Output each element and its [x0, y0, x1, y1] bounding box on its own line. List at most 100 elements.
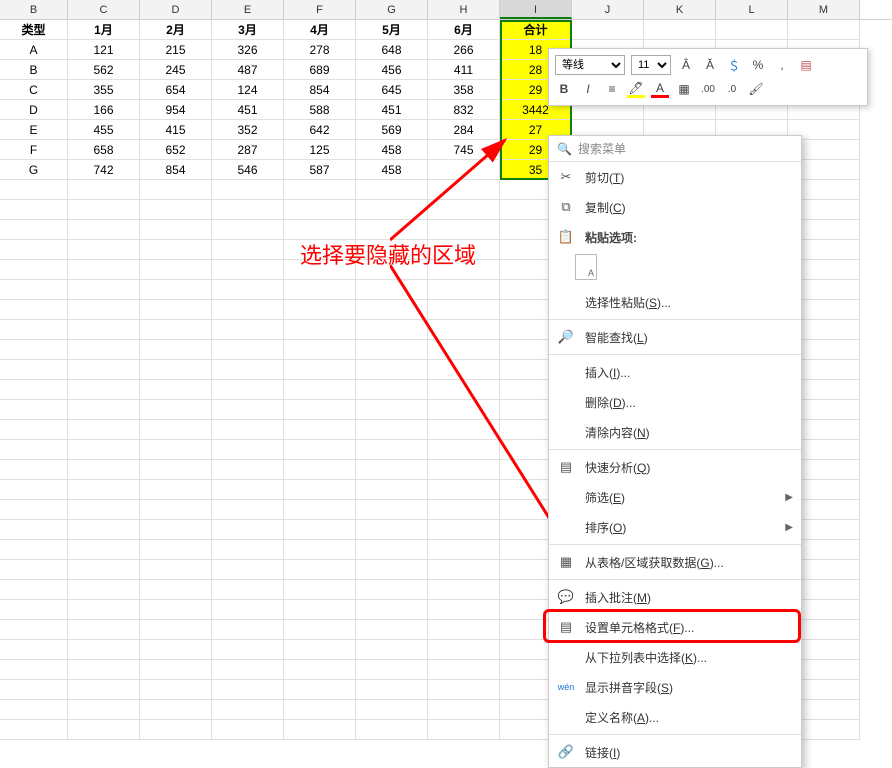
cell[interactable]	[68, 260, 140, 280]
cell[interactable]	[356, 460, 428, 480]
cell[interactable]	[0, 640, 68, 660]
cell[interactable]: D	[0, 100, 68, 120]
cell[interactable]: 287	[212, 140, 284, 160]
cell[interactable]	[572, 20, 644, 40]
menu-get-data[interactable]: ▦从表格/区域获取数据(G)...	[549, 547, 801, 577]
cell[interactable]	[428, 440, 500, 460]
decrease-decimal-button[interactable]: .0	[723, 80, 741, 98]
cell[interactable]	[428, 680, 500, 700]
cell[interactable]	[68, 480, 140, 500]
cell[interactable]	[68, 660, 140, 680]
cell[interactable]: G	[0, 160, 68, 180]
cell[interactable]	[0, 680, 68, 700]
cell[interactable]	[68, 540, 140, 560]
cell[interactable]	[212, 720, 284, 740]
cell[interactable]	[788, 20, 860, 40]
cell[interactable]	[284, 540, 356, 560]
cell[interactable]	[68, 580, 140, 600]
cell[interactable]	[428, 580, 500, 600]
cell[interactable]	[140, 720, 212, 740]
cell[interactable]	[284, 600, 356, 620]
cell[interactable]	[284, 200, 356, 220]
menu-insert[interactable]: 插入(I)...	[549, 357, 801, 387]
cell[interactable]	[212, 240, 284, 260]
cell[interactable]	[356, 200, 428, 220]
menu-link[interactable]: 🔗链接(I)	[549, 737, 801, 767]
cell[interactable]	[212, 400, 284, 420]
menu-filter[interactable]: 筛选(E)▶	[549, 482, 801, 512]
cell[interactable]	[356, 660, 428, 680]
cell[interactable]: 5月	[356, 20, 428, 40]
cell[interactable]	[212, 520, 284, 540]
cell[interactable]: 166	[68, 100, 140, 120]
cell[interactable]: 3月	[212, 20, 284, 40]
cell[interactable]	[140, 260, 212, 280]
cell[interactable]	[140, 560, 212, 580]
menu-pick-from-list[interactable]: 从下拉列表中选择(K)...	[549, 642, 801, 672]
cell[interactable]: 284	[428, 120, 500, 140]
cell[interactable]: 455	[68, 120, 140, 140]
cell[interactable]	[428, 700, 500, 720]
cell[interactable]	[140, 600, 212, 620]
cell[interactable]	[212, 380, 284, 400]
cell[interactable]	[212, 560, 284, 580]
cell[interactable]	[0, 520, 68, 540]
cell[interactable]	[140, 580, 212, 600]
cell[interactable]	[0, 300, 68, 320]
cell[interactable]: 854	[284, 80, 356, 100]
cell[interactable]	[0, 320, 68, 340]
cell[interactable]	[212, 260, 284, 280]
cell[interactable]	[68, 340, 140, 360]
cell[interactable]	[212, 220, 284, 240]
menu-copy[interactable]: ⧉复制(C)	[549, 192, 801, 222]
cell[interactable]	[212, 480, 284, 500]
cell[interactable]: 458	[356, 160, 428, 180]
cell[interactable]	[356, 620, 428, 640]
borders-button[interactable]: ▦	[675, 80, 693, 98]
cell[interactable]	[428, 220, 500, 240]
cell[interactable]	[428, 320, 500, 340]
cell[interactable]	[428, 540, 500, 560]
cell[interactable]: 648	[356, 40, 428, 60]
cell[interactable]	[284, 620, 356, 640]
cell[interactable]	[140, 520, 212, 540]
cell[interactable]	[356, 520, 428, 540]
cell[interactable]: 588	[284, 100, 356, 120]
cell[interactable]: 832	[428, 100, 500, 120]
cell[interactable]	[0, 660, 68, 680]
cell[interactable]	[284, 340, 356, 360]
cell[interactable]	[0, 500, 68, 520]
cell[interactable]: 689	[284, 60, 356, 80]
cell[interactable]	[140, 220, 212, 240]
cell[interactable]	[428, 340, 500, 360]
cell[interactable]	[0, 460, 68, 480]
cell[interactable]	[140, 480, 212, 500]
cell[interactable]: E	[0, 120, 68, 140]
conditional-format-icon[interactable]: ▤	[797, 56, 815, 74]
column-header-G[interactable]: G	[356, 0, 428, 19]
cell[interactable]	[68, 700, 140, 720]
cell[interactable]	[212, 580, 284, 600]
font-color-button[interactable]: A	[651, 80, 669, 98]
column-header-I[interactable]: I	[500, 0, 572, 19]
cell[interactable]	[212, 600, 284, 620]
cell[interactable]	[0, 340, 68, 360]
cell[interactable]	[0, 600, 68, 620]
cell[interactable]	[212, 320, 284, 340]
cell[interactable]	[212, 200, 284, 220]
cell[interactable]: 642	[284, 120, 356, 140]
menu-show-pinyin[interactable]: wén显示拼音字段(S)	[549, 672, 801, 702]
cell[interactable]	[68, 440, 140, 460]
cell[interactable]	[68, 720, 140, 740]
cell[interactable]	[68, 380, 140, 400]
cell[interactable]	[716, 20, 788, 40]
cell[interactable]	[68, 460, 140, 480]
cell[interactable]	[212, 700, 284, 720]
cell[interactable]	[356, 180, 428, 200]
cell[interactable]: 2月	[140, 20, 212, 40]
cell[interactable]: B	[0, 60, 68, 80]
cell[interactable]	[140, 240, 212, 260]
cell[interactable]	[284, 320, 356, 340]
cell[interactable]	[68, 200, 140, 220]
column-header-C[interactable]: C	[68, 0, 140, 19]
